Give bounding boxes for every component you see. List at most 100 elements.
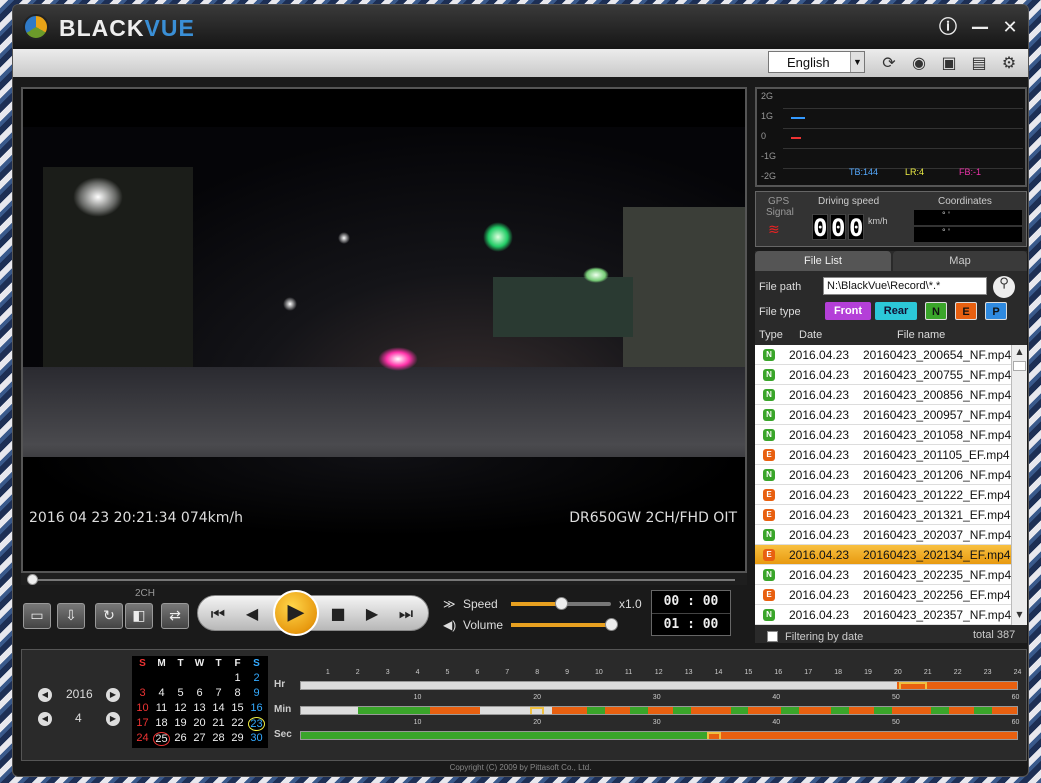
calendar-day[interactable]: 20 (191, 717, 208, 729)
seek-handle[interactable] (27, 574, 38, 585)
video-viewer[interactable]: 2016 04 23 20:21:34 074km/h DR650GW 2CH/… (21, 87, 747, 573)
swap-icon[interactable]: ⇄ (161, 603, 189, 629)
calendar-day[interactable]: 9 (248, 687, 265, 699)
file-row[interactable]: N 2016.04.23 20160423_200654_NF.mp4 (755, 345, 1011, 365)
next-year-icon[interactable]: ▶ (106, 688, 120, 702)
filter-n-button[interactable]: N (925, 302, 947, 320)
calendar-day[interactable]: 18 (153, 717, 170, 729)
timeline-empty[interactable] (301, 707, 359, 714)
file-row[interactable]: N 2016.04.23 20160423_202357_NF.mp4 (755, 605, 1011, 625)
calendar-day[interactable]: 10 (134, 702, 151, 714)
skip-start-icon[interactable]: ⏮ (206, 603, 230, 625)
language-select[interactable]: English ▼ (768, 51, 865, 73)
seek-bar[interactable] (21, 573, 747, 585)
file-path-input[interactable]: N:\BlackVue\Record\*.* (823, 277, 987, 295)
filter-by-date-checkbox[interactable] (767, 631, 778, 642)
speed-handle[interactable] (555, 597, 568, 610)
step-forward-icon[interactable]: ▶ (360, 603, 384, 625)
timeline-selection[interactable] (530, 707, 545, 714)
stop-icon[interactable]: ■ (326, 603, 350, 625)
file-row[interactable]: N 2016.04.23 20160423_202235_NF.mp4 (755, 565, 1011, 585)
folder-icon[interactable]: ▭ (23, 603, 51, 629)
calendar-day[interactable]: 27 (191, 732, 208, 744)
calendar-day[interactable]: 13 (191, 702, 208, 714)
file-row[interactable]: N 2016.04.23 20160423_202037_NF.mp4 (755, 525, 1011, 545)
timeline-normal[interactable] (931, 707, 949, 714)
file-row[interactable]: N 2016.04.23 20160423_200856_NF.mp4 (755, 385, 1011, 405)
search-icon[interactable]: ⚲ (993, 276, 1015, 298)
next-month-icon[interactable]: ▶ (106, 712, 120, 726)
calendar-day[interactable]: 12 (172, 702, 189, 714)
info-icon[interactable]: ⓘ (937, 17, 959, 39)
compass-icon[interactable]: ◉ (909, 53, 929, 73)
calendar-day[interactable]: 17 (134, 717, 151, 729)
file-list[interactable]: N 2016.04.23 20160423_200654_NF.mp4 N 2016.0… (755, 345, 1011, 625)
timeline-normal[interactable] (358, 707, 430, 714)
timeline-normal[interactable] (673, 707, 692, 714)
timeline-normal[interactable] (587, 707, 606, 714)
calendar-day[interactable]: 4 (153, 687, 170, 699)
pip-icon[interactable]: ◧ (125, 603, 153, 629)
file-row[interactable]: E 2016.04.23 20160423_201222_EF.mp4 (755, 485, 1011, 505)
timeline-normal[interactable] (873, 707, 892, 714)
calendar-day[interactable]: 6 (191, 687, 208, 699)
calendar-day[interactable]: 2 (248, 672, 265, 684)
filter-rear-button[interactable]: Rear (875, 302, 917, 320)
timeline-selection[interactable] (898, 682, 928, 689)
camera-icon[interactable]: ▣ (939, 53, 959, 73)
skip-end-icon[interactable]: ⏭ (394, 603, 418, 625)
calendar-day[interactable]: 11 (153, 702, 170, 714)
calendar-day[interactable]: 7 (210, 687, 227, 699)
column-type[interactable]: Type (759, 329, 783, 341)
timeline-normal[interactable] (630, 707, 649, 714)
tab-map[interactable]: Map (893, 251, 1027, 271)
calendar-day[interactable]: 3 (134, 687, 151, 699)
calendar-day[interactable]: 23 (248, 717, 265, 731)
file-row[interactable]: E 2016.04.23 20160423_202256_EF.mp4 (755, 585, 1011, 605)
volume-handle[interactable] (605, 618, 618, 631)
file-row[interactable]: N 2016.04.23 20160423_201206_NF.mp4 (755, 465, 1011, 485)
close-button[interactable]: ✕ (999, 17, 1021, 39)
tab-file-list[interactable]: File List (755, 251, 891, 271)
column-date[interactable]: Date (799, 329, 822, 341)
second-track[interactable] (300, 731, 1018, 740)
file-row[interactable]: N 2016.04.23 20160423_201058_NF.mp4 (755, 425, 1011, 445)
calendar-day[interactable]: 21 (210, 717, 227, 729)
timeline-empty[interactable] (301, 682, 898, 689)
calendar-day[interactable]: 22 (229, 717, 246, 729)
chevron-down-icon[interactable]: ▼ (850, 52, 864, 72)
calendar-day[interactable]: 25 (153, 732, 170, 746)
filter-p-button[interactable]: P (985, 302, 1007, 320)
timeline-event[interactable] (429, 707, 480, 714)
prev-month-icon[interactable]: ◀ (38, 712, 52, 726)
calendar-day[interactable]: 14 (210, 702, 227, 714)
rotate-icon[interactable]: ↻ (95, 603, 123, 629)
filter-e-button[interactable]: E (955, 302, 977, 320)
scroll-down-icon[interactable]: ▼ (1013, 610, 1026, 622)
hour-track[interactable] (300, 681, 1018, 690)
refresh-icon[interactable]: ⟳ (879, 53, 899, 73)
calendar-day[interactable]: 30 (248, 732, 265, 744)
timeline-normal[interactable] (974, 707, 992, 714)
file-row[interactable]: N 2016.04.23 20160423_200755_NF.mp4 (755, 365, 1011, 385)
scroll-thumb[interactable] (1013, 361, 1026, 371)
timeline-event[interactable] (706, 732, 1017, 739)
file-list-scrollbar[interactable]: ▲ ▼ (1011, 345, 1027, 625)
calendar-day[interactable]: 24 (134, 732, 151, 744)
play-button[interactable]: ▶ (273, 590, 319, 636)
file-row[interactable]: E 2016.04.23 20160423_201321_EF.mp4 (755, 505, 1011, 525)
scroll-up-icon[interactable]: ▲ (1013, 347, 1026, 359)
minimize-button[interactable]: — (969, 17, 991, 39)
prev-year-icon[interactable]: ◀ (38, 688, 52, 702)
printer-icon[interactable]: ▤ (969, 53, 989, 73)
calendar-day[interactable]: 1 (229, 672, 246, 684)
timeline-selection[interactable] (706, 732, 722, 739)
file-row[interactable]: E 2016.04.23 20160423_202134_EF.mp4 (755, 545, 1011, 565)
minute-track[interactable] (300, 706, 1018, 715)
calendar-day[interactable]: 8 (229, 687, 246, 699)
calendar-day[interactable]: 5 (172, 687, 189, 699)
timeline-normal[interactable] (780, 707, 799, 714)
timeline-normal[interactable] (730, 707, 749, 714)
step-back-icon[interactable]: ◀ (240, 603, 264, 625)
volume-track[interactable] (511, 623, 611, 627)
